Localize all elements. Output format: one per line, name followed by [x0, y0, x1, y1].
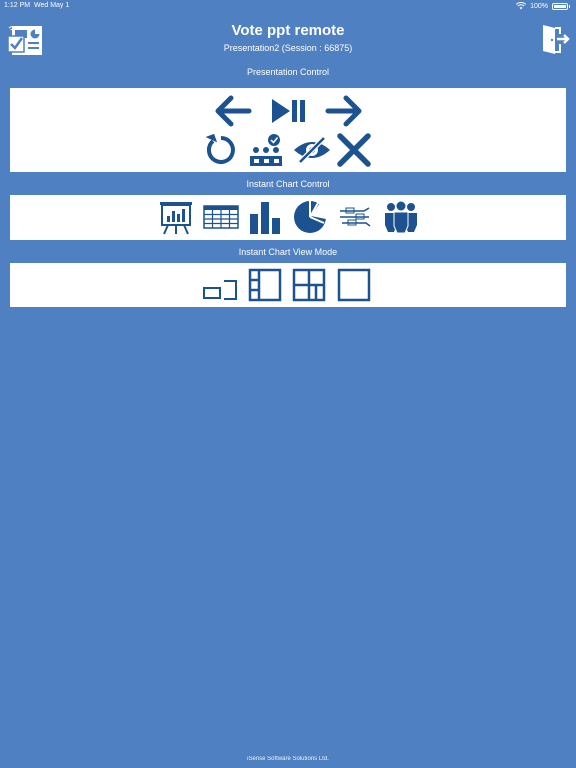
- arrow-right-icon[interactable]: [324, 94, 364, 128]
- restart-icon[interactable]: [204, 132, 238, 168]
- sequence-flow-icon[interactable]: [338, 205, 372, 229]
- wifi-icon: [516, 2, 527, 10]
- arrow-left-icon[interactable]: [213, 94, 253, 128]
- app-title: Vote ppt remote: [231, 22, 345, 39]
- pie-chart-icon[interactable]: [293, 200, 327, 234]
- battery-icon: [552, 2, 568, 10]
- presentation-control-label: Presentation Control: [246, 67, 330, 77]
- small-window-view-icon[interactable]: [202, 269, 238, 301]
- table-grid-icon[interactable]: [203, 205, 239, 229]
- play-pause-icon[interactable]: [270, 97, 308, 125]
- battery-percent: 100%: [530, 2, 548, 10]
- footer-company: iSense Software Solutions Ltd.: [247, 756, 329, 762]
- instant-chart-control-panel: [10, 195, 566, 240]
- exit-door-icon[interactable]: [540, 22, 570, 56]
- status-bar: 1:12 PM Wed May 1 100%: [0, 0, 576, 12]
- status-date: Wed May 1: [34, 2, 70, 9]
- hide-eye-icon[interactable]: [292, 134, 332, 166]
- instant-chart-view-mode-label: Instant Chart View Mode: [238, 247, 338, 257]
- presentation-board-icon[interactable]: [158, 199, 194, 235]
- quad-grid-view-icon[interactable]: [292, 268, 326, 302]
- session-subtitle: Presentation2 (Session : 66875): [223, 43, 353, 53]
- fullscreen-view-icon[interactable]: [337, 268, 371, 302]
- instant-chart-view-mode-panel: [10, 263, 566, 307]
- status-time: 1:12 PM: [4, 2, 31, 9]
- presentation-control-panel: [10, 88, 566, 172]
- close-icon[interactable]: [336, 132, 372, 168]
- status-right: 100%: [516, 2, 570, 10]
- group-people-icon[interactable]: [382, 201, 420, 233]
- audience-vote-icon[interactable]: [248, 132, 284, 168]
- sidebar-split-view-icon[interactable]: [248, 268, 282, 302]
- instant-chart-control-label: Instant Chart Control: [246, 179, 330, 189]
- bar-chart-icon[interactable]: [248, 200, 284, 234]
